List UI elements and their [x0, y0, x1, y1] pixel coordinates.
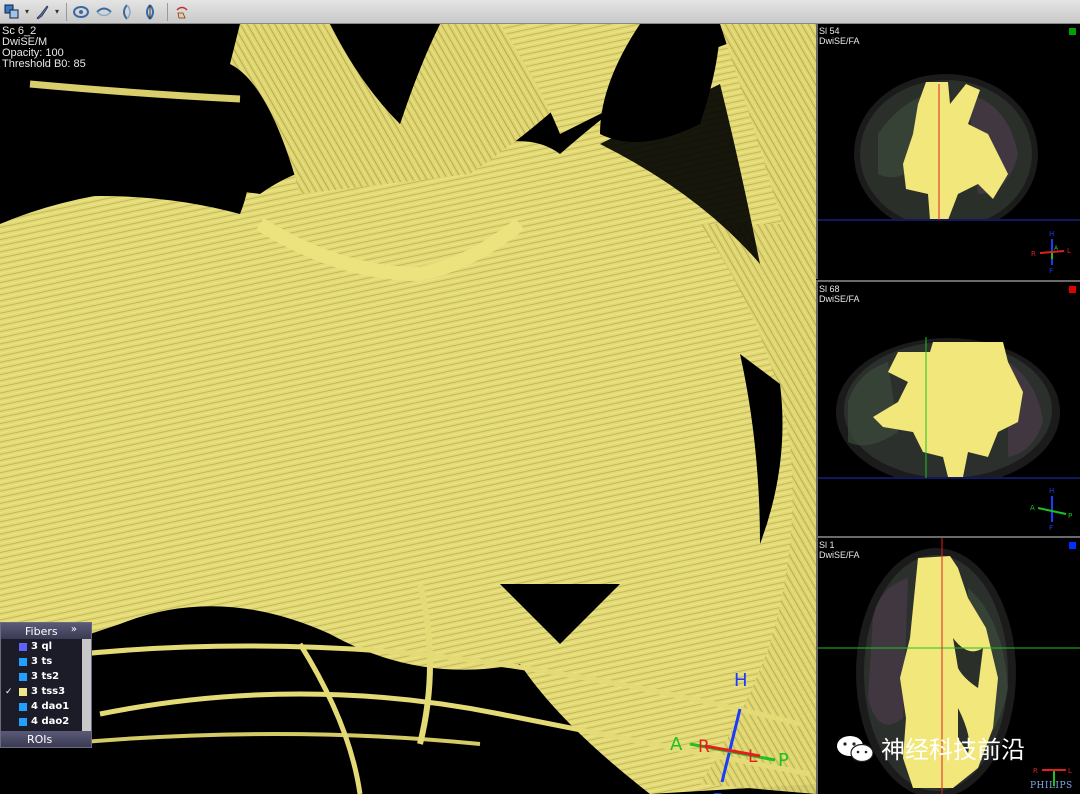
fibers-panel-title: Fibers: [25, 624, 58, 638]
philips-logo: PHILIPS: [1030, 781, 1073, 791]
viewport-marker: [1069, 286, 1076, 293]
slice-label: Sl 68: [819, 284, 840, 294]
gizmo-l-label: L: [1067, 247, 1071, 255]
fiber-color-swatch: [19, 672, 27, 681]
gizmo-p-label: P: [778, 750, 789, 771]
gizmo-h-label: H: [734, 670, 748, 691]
slice-label: Sl 54: [819, 26, 840, 36]
gizmo-a-label: A: [670, 734, 683, 755]
series-label: DwiSE/FA: [819, 294, 860, 304]
paintbrush-dropdown-icon[interactable]: ▾: [55, 7, 59, 16]
fiber-list-item[interactable]: 3 ql: [1, 639, 91, 654]
orientation-gizmo: H F A P R L: [670, 670, 789, 794]
wechat-icon: [837, 735, 874, 762]
gizmo-r-label: R: [1031, 250, 1036, 258]
fiber-label: 3 ts2: [31, 671, 60, 682]
fiber-color-swatch: [19, 687, 27, 696]
viewport-marker: [1069, 28, 1076, 35]
gizmo-f-label: F: [1049, 524, 1053, 532]
gizmo-f-label: F: [712, 790, 722, 794]
fiber-list-item[interactable]: 4 dao1: [1, 699, 91, 714]
fibers-panel-header[interactable]: Fibers »: [1, 623, 91, 639]
fibers-panel: Fibers » 3 ql 3 ts 3 ts2 ✓ 3 tss3 4 dao1: [0, 622, 92, 748]
toolbar: ▾ ▾: [0, 0, 1080, 24]
flip-vertical-icon[interactable]: [117, 2, 137, 22]
fiber-checkbox[interactable]: ✓: [5, 687, 15, 697]
viewport-slice-54[interactable]: Sl 54 DwiSE/FA H R L F A: [816, 24, 1080, 279]
view-layout-dropdown-icon[interactable]: ▾: [25, 7, 29, 16]
rois-tab[interactable]: ROIs: [1, 731, 91, 747]
fibers-scrollbar[interactable]: [82, 639, 91, 731]
fiber-label: 3 ts: [31, 656, 53, 667]
gizmo-h-label: H: [1049, 487, 1054, 495]
wechat-watermark: 神经科技前沿: [835, 730, 1025, 765]
viewport-info: Sl 1 DwiSE/FA: [819, 540, 860, 560]
threshold-label: Threshold B0: 85: [2, 58, 86, 70]
toolbar-separator: [66, 2, 68, 21]
gizmo-l-label: L: [1068, 767, 1072, 775]
view-layout-icon[interactable]: [2, 2, 22, 22]
series-label: DwiSE/FA: [819, 36, 860, 46]
fiber-color-swatch: [19, 702, 27, 711]
gizmo-f-label: F: [1049, 267, 1053, 275]
viewport-info: Sl 68 DwiSE/FA: [819, 284, 860, 304]
fiber-label: 3 tss3: [31, 686, 66, 697]
gizmo-p-label: P: [1068, 512, 1072, 520]
fiber-list-item[interactable]: 4 dao2: [1, 714, 91, 729]
fiber-color-swatch: [19, 717, 27, 726]
fiber-color-swatch: [19, 657, 27, 666]
paintbrush-icon[interactable]: [32, 2, 52, 22]
slice-label: Sl 1: [819, 540, 835, 550]
watermark-text: 神经科技前沿: [881, 736, 1025, 764]
flip-horizontal-icon[interactable]: [94, 2, 114, 22]
fiber-label: 4 dao2: [31, 716, 70, 727]
viewport-orientation-gizmo: H R L F A: [1031, 230, 1071, 275]
rotate-icon[interactable]: [71, 2, 91, 22]
series-label: DwiSE/FA: [819, 550, 860, 560]
gizmo-r-label: R: [1033, 767, 1038, 775]
viewport-marker: [1069, 542, 1076, 549]
gizmo-r-label: R: [698, 737, 710, 757]
viewport-info: Sl 54 DwiSE/FA: [819, 26, 860, 46]
fiber-list-item[interactable]: 3 ts2: [1, 669, 91, 684]
viewport-slice-68[interactable]: Sl 68 DwiSE/FA H A P F: [816, 280, 1080, 536]
expand-panel-icon[interactable]: »: [71, 624, 77, 635]
hand-reset-icon[interactable]: [172, 2, 192, 22]
gizmo-h-label: H: [1049, 230, 1054, 238]
main-view-info: Sc 6_2 DwiSE/M Opacity: 100 Threshold B0…: [2, 26, 86, 70]
split-view-icon[interactable]: [140, 2, 160, 22]
fiber-list-item[interactable]: 3 ts: [1, 654, 91, 669]
main-3d-view[interactable]: Sc 6_2 DwiSE/M Opacity: 100 Threshold B0…: [0, 24, 816, 794]
fiber-color-swatch: [19, 642, 27, 651]
gizmo-a-label: A: [1030, 504, 1035, 512]
viewport-orientation-gizmo: H A P F: [1030, 487, 1072, 532]
toolbar-separator: [167, 2, 169, 21]
fiber-label: 3 ql: [31, 641, 53, 652]
fiber-label: 4 dao1: [31, 701, 70, 712]
gizmo-l-label: L: [748, 747, 758, 767]
fiber-list-item[interactable]: ✓ 3 tss3: [1, 684, 91, 699]
